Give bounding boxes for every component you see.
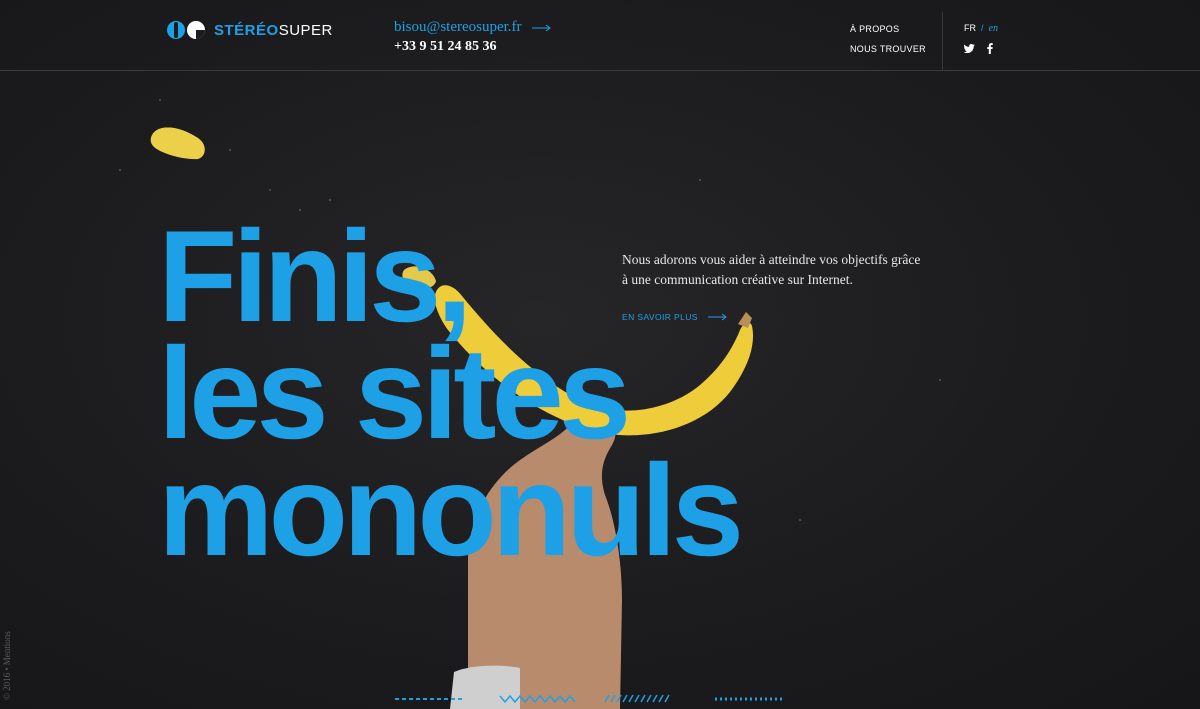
slide-indicators: [395, 694, 785, 704]
hero-title-line-2: les sites: [158, 320, 631, 466]
indicator-3[interactable]: [604, 694, 670, 703]
hero-title-line-1: Finis,: [158, 203, 472, 349]
hero-title: Finis, les sites mononuls: [158, 203, 744, 583]
banana-piece-icon: [150, 127, 205, 160]
indicator-2[interactable]: [499, 694, 576, 704]
hero-title-line-3: mononuls: [158, 437, 744, 583]
